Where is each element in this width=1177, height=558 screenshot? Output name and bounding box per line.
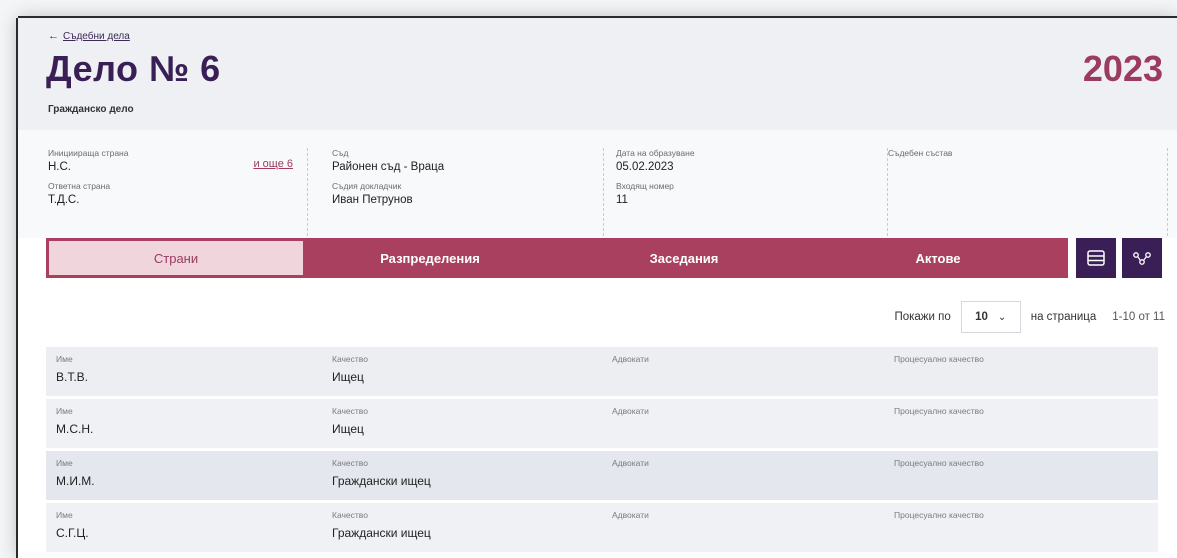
dates-column: Дата на образуване 05.02.2023 Входящ ном… — [616, 148, 888, 236]
creation-date-value: 05.02.2023 — [616, 161, 674, 173]
case-tabs: Страни Разпределения Заседания Актове — [46, 238, 1068, 278]
lawyers-label: Адвокати — [612, 354, 649, 364]
case-info-panel: Инициираща страна Н.С. и още 6 Ответна с… — [18, 130, 1177, 238]
incoming-number-value: 11 — [616, 194, 628, 206]
initiating-party-label: Инициираща страна — [48, 148, 129, 158]
back-link[interactable]: ← Съдебни дела — [48, 30, 130, 42]
role-label: Качество — [332, 510, 368, 520]
lawyers-label: Адвокати — [612, 458, 649, 468]
table-row[interactable]: Име В.Т.В. Качество Ищец Адвокати Процесуа… — [46, 347, 1158, 396]
page-title: Дело № 6 — [46, 48, 221, 89]
reporting-judge-label: Съдия докладчик — [332, 181, 402, 191]
case-header: ← Съдебни дела Дело № 6 Гражданско дело … — [18, 18, 1177, 130]
per-page-label: Покажи по — [894, 311, 951, 323]
reporting-judge-value: Иван Петрунов — [332, 194, 413, 206]
responding-party-value: Т.Д.С. — [48, 194, 80, 206]
role-label: Качество — [332, 354, 368, 364]
procedural-role-label: Процесуално качество — [894, 406, 984, 416]
name-label: Име — [56, 406, 73, 416]
lawyers-label: Адвокати — [612, 406, 649, 416]
party-name: С.Г.Ц. — [56, 526, 89, 540]
tab-hearings[interactable]: Заседания — [557, 241, 811, 275]
parties-list: Име В.Т.В. Качество Ищец Адвокати Процесуа… — [46, 347, 1158, 555]
responding-party-label: Ответна страна — [48, 181, 111, 191]
name-label: Име — [56, 458, 73, 468]
court-column: Съд Районен съд - Враца Съдия докладчик … — [332, 148, 604, 236]
results-range: 1-10 от 11 — [1112, 311, 1165, 323]
role-label: Качество — [332, 406, 368, 416]
layout-view-button[interactable] — [1076, 238, 1116, 278]
tab-parties[interactable]: Страни — [49, 241, 303, 275]
per-page-suffix: на страница — [1030, 311, 1097, 323]
panel-label: Съдебен състав — [888, 148, 953, 158]
procedural-role-label: Процесуално качество — [894, 354, 984, 364]
tab-acts[interactable]: Актове — [811, 241, 1065, 275]
court-label: Съд — [332, 148, 349, 158]
procedural-role-label: Процесуално качество — [894, 510, 984, 520]
lawyers-label: Адвокати — [612, 510, 649, 520]
share-nodes-icon — [1133, 252, 1151, 265]
role-label: Качество — [332, 458, 368, 468]
name-label: Име — [56, 354, 73, 364]
layout-icon — [1087, 250, 1105, 266]
more-parties-link[interactable]: и още 6 — [253, 158, 293, 170]
party-name: М.И.М. — [56, 474, 95, 488]
party-role: Граждански ищец — [332, 474, 431, 488]
table-row[interactable]: Име М.С.Н. Качество Ищец Адвокати Процесуа… — [46, 399, 1158, 448]
party-role: Граждански ищец — [332, 526, 431, 540]
case-year: 2023 — [1082, 48, 1163, 89]
parties-column: Инициираща страна Н.С. и още 6 Ответна с… — [48, 148, 308, 236]
creation-date-label: Дата на образуване — [616, 148, 695, 158]
name-label: Име — [56, 510, 73, 520]
party-role: Ищец — [332, 422, 364, 436]
per-page-value: 10 — [975, 311, 988, 323]
relations-button[interactable] — [1122, 238, 1162, 278]
case-page: ← Съдебни дела Дело № 6 Гражданско дело … — [18, 18, 1177, 558]
back-link-label: Съдебни дела — [63, 30, 130, 42]
tab-distributions[interactable]: Разпределения — [303, 241, 557, 275]
party-name: В.Т.В. — [56, 370, 89, 384]
table-row[interactable]: Име М.И.М. Качество Граждански ищец Адвока… — [46, 451, 1158, 500]
party-name: М.С.Н. — [56, 422, 94, 436]
party-role: Ищец — [332, 370, 364, 384]
chevron-down-icon: ⌄ — [997, 311, 1007, 323]
per-page-select[interactable]: 10 ⌄ — [960, 301, 1021, 333]
arrow-left-icon: ← — [48, 30, 59, 42]
court-value: Районен съд - Враца — [332, 161, 445, 173]
panel-column: Съдебен състав — [888, 148, 1168, 236]
pagination-bar: Покажи по 10 ⌄ на страница 1-10 от 11 — [894, 300, 1165, 334]
table-row[interactable]: Име С.Г.Ц. Качество Граждански ищец Адвока… — [46, 503, 1158, 552]
procedural-role-label: Процесуално качество — [894, 458, 984, 468]
case-type: Гражданско дело — [48, 104, 134, 115]
incoming-number-label: Входящ номер — [616, 181, 674, 191]
